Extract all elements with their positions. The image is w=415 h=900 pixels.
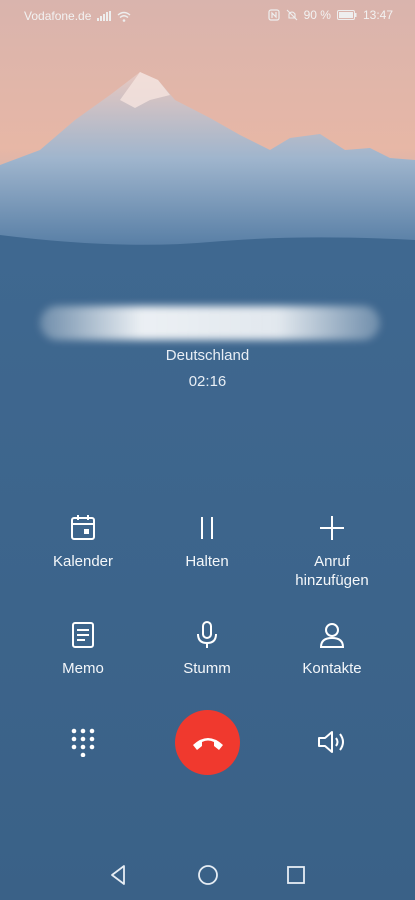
memo-label: Memo <box>62 660 104 677</box>
nfc-icon <box>268 9 280 21</box>
battery-percent: 90 % <box>303 8 331 22</box>
speaker-button[interactable] <box>312 722 352 762</box>
dialpad-button[interactable] <box>63 722 103 762</box>
call-location: Deutschland <box>165 347 250 364</box>
status-bar: Vodafone.de 90 % 13:47 <box>0 0 415 30</box>
calendar-icon <box>71 515 95 540</box>
hold-button[interactable]: Halten <box>142 513 272 571</box>
add-call-label: Anruf hinzufügen <box>295 553 369 589</box>
pause-icon <box>201 517 213 539</box>
contacts-label: Kontakte <box>302 660 362 677</box>
memo-button[interactable]: Memo <box>18 620 148 678</box>
carrier-label: Vodafone.de <box>24 9 92 23</box>
plus-icon <box>320 516 344 540</box>
person-icon <box>319 623 345 648</box>
navigation-bar <box>0 855 415 895</box>
memo-icon <box>72 622 94 648</box>
wifi-icon <box>117 11 131 22</box>
speaker-icon <box>318 731 344 753</box>
signal-icon <box>97 11 112 21</box>
clock: 13:47 <box>362 8 393 22</box>
add-call-button[interactable]: Anruf hinzufügen <box>267 513 397 590</box>
end-call-button[interactable] <box>175 710 240 775</box>
dialpad-icon <box>71 728 95 757</box>
hold-label: Halten <box>185 553 229 570</box>
end-call-icon <box>192 737 223 750</box>
recents-icon[interactable] <box>284 863 308 887</box>
caller-name-obscured <box>40 306 380 340</box>
back-icon[interactable] <box>107 863 131 887</box>
battery-icon <box>336 10 357 20</box>
microphone-icon <box>197 621 217 648</box>
home-icon[interactable] <box>196 863 220 887</box>
mute-label: Stumm <box>183 660 231 677</box>
mute-button[interactable]: Stumm <box>142 620 272 678</box>
call-duration: 02:16 <box>188 373 227 390</box>
contacts-button[interactable]: Kontakte <box>267 620 397 678</box>
mute-notifications-icon <box>286 9 298 21</box>
calendar-label: Kalender <box>52 553 114 570</box>
calendar-button[interactable]: Kalender <box>18 513 148 571</box>
